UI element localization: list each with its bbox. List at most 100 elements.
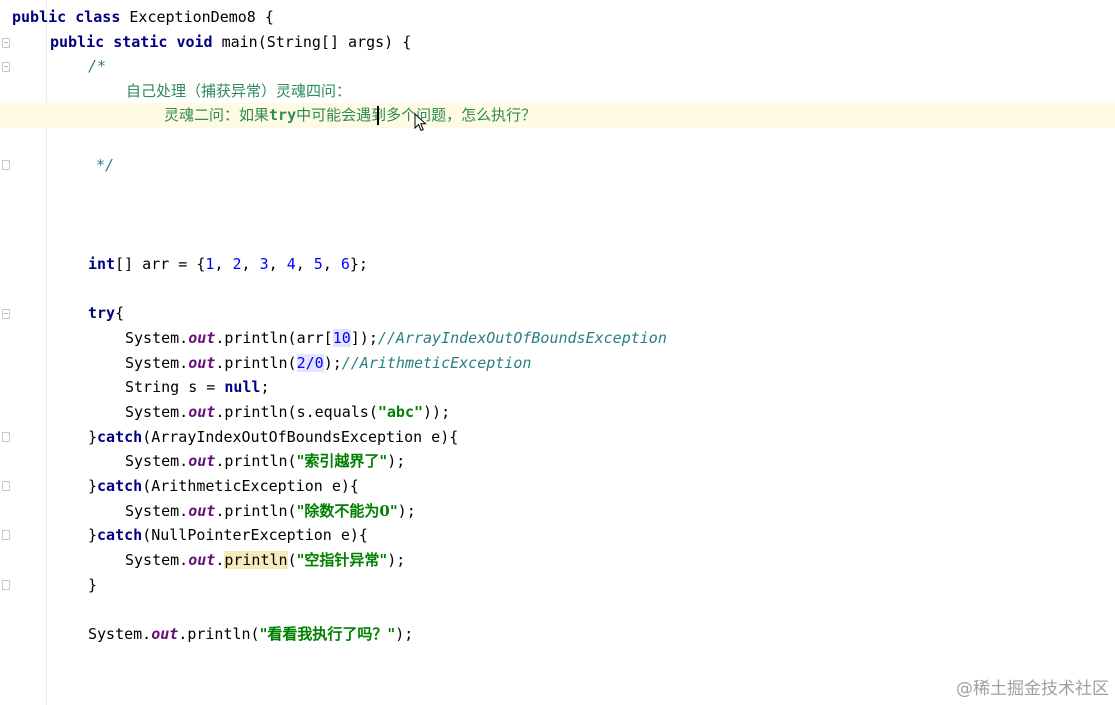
code-text: System. [125, 329, 189, 347]
code-line-close-brace[interactable]: } [88, 573, 97, 598]
code-text: (ArithmeticException e){ [142, 477, 359, 495]
code-text: String s = [125, 378, 225, 396]
field-ref: out [151, 625, 179, 643]
code-text: System. [125, 354, 189, 372]
comment-close[interactable]: */ [96, 153, 114, 178]
code-line-catch[interactable]: }catch(ArrayIndexOutOfBoundsException e)… [88, 425, 458, 450]
code-text: ); [387, 452, 406, 470]
number-literal: 2/0 [296, 354, 324, 372]
fold-marker-icon[interactable] [2, 432, 10, 442]
code-line-class-decl[interactable]: public class ExceptionDemo8 { [12, 5, 274, 30]
fold-marker-icon[interactable] [2, 580, 10, 590]
code-editor[interactable]: public class ExceptionDemo8 { public sta… [0, 0, 1115, 705]
comment-line-current[interactable]: 灵魂二问：如果try中可能会遇到多个问题，怎么执行？ [164, 103, 536, 128]
text-caret [377, 106, 379, 125]
number-literal: 2 [232, 255, 242, 273]
code-text: ]); [350, 329, 378, 347]
comment-text: 灵魂二问：如果 [164, 106, 270, 124]
code-text: } [88, 526, 98, 544]
field-ref: out [188, 551, 216, 569]
number-literal: 10 [332, 329, 351, 347]
comment-open[interactable]: /* [88, 54, 106, 79]
code-text: { [115, 304, 125, 322]
keyword: catch [97, 526, 143, 544]
code-text: .println( [215, 354, 297, 372]
code-line-println[interactable]: System.out.println("索引越界了"); [125, 449, 405, 474]
code-text: (ArrayIndexOutOfBoundsException e){ [142, 428, 459, 446]
code-text: ( [287, 551, 297, 569]
code-text: . [215, 551, 225, 569]
number-literal: 1 [205, 255, 215, 273]
number-literal: 5 [313, 255, 323, 273]
code-text: ; [260, 378, 270, 396]
code-text: ); [395, 625, 414, 643]
keyword: public [12, 8, 67, 26]
code-text: .println( [215, 502, 297, 520]
code-line-try[interactable]: try{ [88, 301, 124, 326]
code-line-main-decl[interactable]: public static void main(String[] args) { [50, 30, 411, 55]
code-line-string-decl[interactable]: String s = null; [125, 375, 270, 400]
fold-marker-icon[interactable] [2, 160, 10, 170]
code-text: .println( [215, 452, 297, 470]
code-text: ); [387, 551, 406, 569]
code-text: System. [88, 625, 152, 643]
code-line-catch[interactable]: }catch(NullPointerException e){ [88, 523, 368, 548]
number-literal: 3 [259, 255, 269, 273]
field-ref: out [188, 354, 216, 372]
highlighted-identifier: println [224, 551, 288, 569]
fold-marker-icon[interactable] [2, 62, 10, 72]
code-text: } [88, 477, 98, 495]
code-text: System. [125, 403, 189, 421]
code-text: System. [125, 452, 189, 470]
code-line-array-decl[interactable]: int[] arr = {1, 2, 3, 4, 5, 6}; [88, 252, 368, 277]
code-text: } [88, 428, 98, 446]
keyword: static [113, 33, 168, 51]
code-text: (NullPointerException e){ [142, 526, 368, 544]
keyword: null [224, 378, 261, 396]
fold-marker-icon[interactable] [2, 309, 10, 319]
class-name: ExceptionDemo8 { [120, 8, 274, 26]
field-ref: out [188, 329, 216, 347]
code-text: ); [323, 354, 342, 372]
code-text: System. [125, 502, 189, 520]
code-line-println[interactable]: System.out.println(2/0);//ArithmeticExce… [125, 351, 531, 376]
comment-line[interactable]: 自己处理（捕获异常）灵魂四问： [126, 79, 351, 104]
string-literal: "看看我执行了吗？" [259, 625, 396, 643]
watermark: @稀土掘金技术社区 [956, 679, 1109, 699]
keyword: public [50, 33, 105, 51]
code-line-println[interactable]: System.out.println(s.equals("abc")); [125, 400, 450, 425]
comment-keyword: try [269, 106, 297, 124]
line-comment: //ArrayIndexOutOfBoundsException [377, 329, 667, 347]
field-ref: out [188, 502, 216, 520]
string-literal: "abc" [377, 403, 424, 421]
number-literal: 6 [340, 255, 350, 273]
code-text: }; [349, 255, 368, 273]
field-ref: out [188, 403, 216, 421]
keyword: int [88, 255, 116, 273]
code-text: .println( [178, 625, 260, 643]
number-literal: 4 [286, 255, 296, 273]
code-line-println[interactable]: System.out.println("除数不能为0"); [125, 499, 416, 524]
keyword: try [88, 304, 116, 322]
string-literal: "索引越界了" [296, 452, 388, 470]
code-text: ); [397, 502, 416, 520]
code-line-catch[interactable]: }catch(ArithmeticException e){ [88, 474, 359, 499]
fold-marker-icon[interactable] [2, 481, 10, 491]
fold-marker-icon[interactable] [2, 530, 10, 540]
code-text: .println(s.equals( [215, 403, 378, 421]
code-line-println[interactable]: System.out.println("空指针异常"); [125, 548, 405, 573]
keyword: catch [97, 477, 143, 495]
code-text: System. [125, 551, 189, 569]
fold-marker-icon[interactable] [2, 38, 10, 48]
field-ref: out [188, 452, 216, 470]
mouse-pointer-icon [414, 113, 427, 132]
code-text: .println(arr[ [215, 329, 333, 347]
string-literal: "除数不能为0" [296, 502, 398, 520]
string-literal: "空指针异常" [296, 551, 388, 569]
method-signature: main(String[] args) { [212, 33, 412, 51]
code-line-println[interactable]: System.out.println("看看我执行了吗？"); [88, 622, 413, 647]
code-line-println[interactable]: System.out.println(arr[10]);//ArrayIndex… [125, 326, 667, 351]
keyword: void [176, 33, 213, 51]
code-text: )); [423, 403, 451, 421]
keyword: class [75, 8, 121, 26]
